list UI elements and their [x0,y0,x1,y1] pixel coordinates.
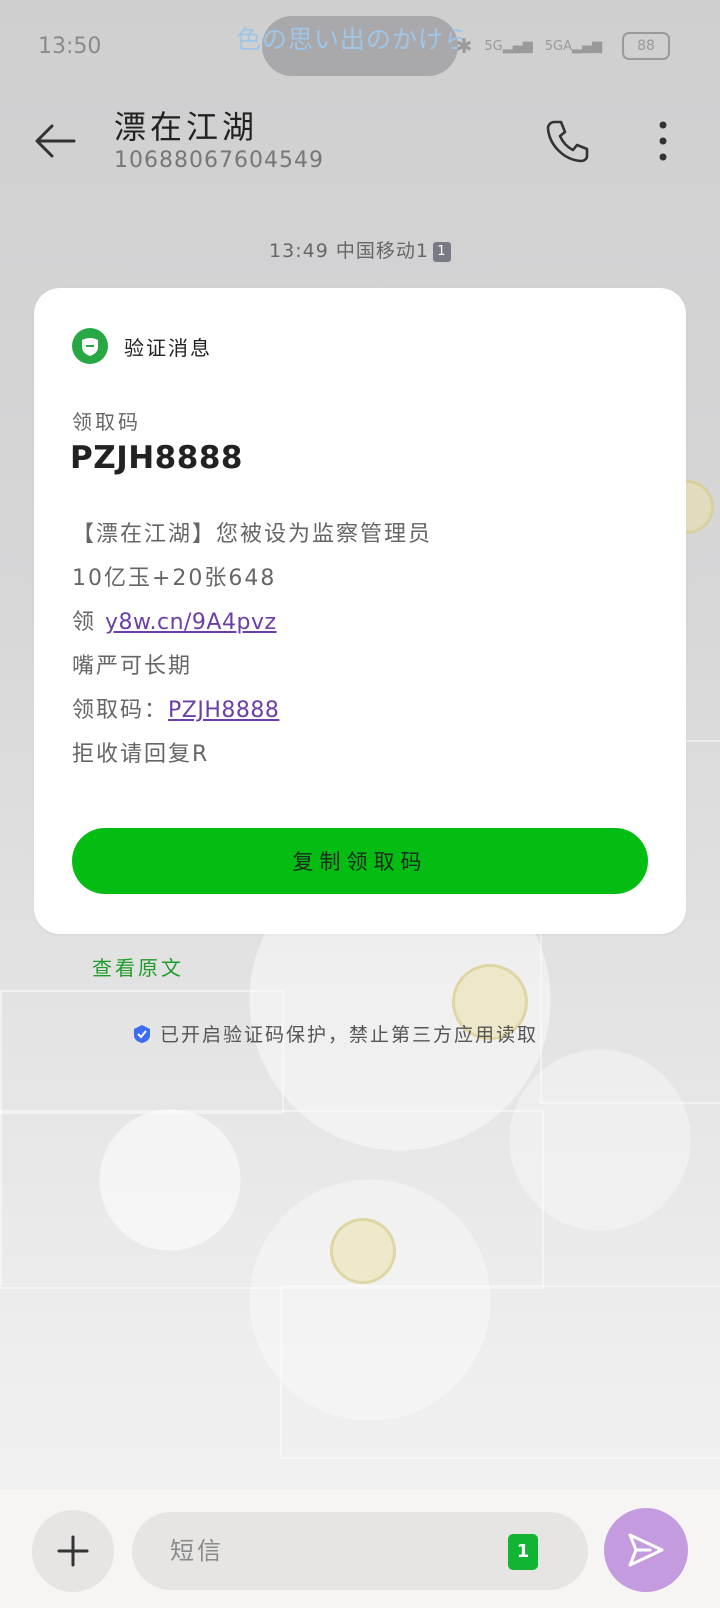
card-title: 验证消息 [124,335,212,360]
bluetooth-icon: ✱ [455,34,473,58]
wallpaper-coin [330,1218,396,1284]
shield-icon [72,328,108,364]
send-icon [628,1533,664,1567]
battery-icon: 88 [622,32,670,60]
message-line: 10亿玉+20张648 [72,566,277,591]
message-line-prefix: 领 [72,610,105,635]
message-line: 领取码：PZJH8888 [72,692,279,724]
send-button[interactable] [604,1508,688,1592]
message-timestamp: 13:49 中国移动1 1 [0,236,720,263]
signal-icon: 5GA▂▄▆ [544,38,602,54]
back-button[interactable] [30,116,80,166]
wallpaper-panel [0,990,284,1114]
card-header: 验证消息 [72,328,212,364]
contact-number: 10688067604549 [114,148,324,173]
code-link[interactable]: PZJH8888 [168,698,279,723]
status-time: 13:50 [38,34,102,59]
status-bar: 13:50 色の思い出のかけら ✱ 5G▂▄▆ 5GA▂▄▆ 88 [0,0,720,90]
sim-badge: 1 [432,241,451,262]
more-vertical-icon [659,121,667,161]
status-ticker: 色の思い出のかけら [236,25,471,54]
view-original-link[interactable]: 查看原文 [92,952,184,981]
message-line-prefix: 领取码： [72,698,169,723]
message-line: 领 y8w.cn/9A4pvz [72,604,277,636]
wallpaper-panel [280,1285,720,1459]
call-button[interactable] [542,116,592,166]
message-line: 嘴严可长期 [72,654,193,679]
contact-name[interactable]: 漂在江湖 [114,102,258,148]
timestamp-text: 13:49 中国移动1 [269,240,429,262]
message-line: 【漂在江湖】您被设为监察管理员 [72,522,433,547]
protection-note-text: 已开启验证码保护，禁止第三方应用读取 [160,1024,539,1046]
composer-bar: 1 [0,1490,720,1608]
protect-icon [134,1024,150,1043]
verification-message-card[interactable]: 验证消息 领取码 PZJH8888 【漂在江湖】您被设为监察管理员 10亿玉+2… [34,288,686,934]
back-arrow-icon [35,124,76,158]
copy-code-button[interactable]: 复制领取码 [72,828,648,894]
wallpaper-panel [0,1110,544,1289]
verification-protection-note: 已开启验证码保护，禁止第三方应用读取 [132,1020,538,1047]
status-icons: ✱ 5G▂▄▆ 5GA▂▄▆ [456,34,602,58]
signal-icon: 5G▂▄▆ [484,38,533,54]
message-link[interactable]: y8w.cn/9A4pvz [105,610,277,635]
conversation-header: 漂在江湖 10688067604549 [0,96,720,186]
add-attachment-button[interactable] [32,1510,114,1592]
message-line: 拒收请回复R [72,742,210,767]
code-label: 领取码 [72,410,141,434]
phone-icon [546,120,589,163]
plus-icon [57,1535,89,1567]
more-options-button[interactable] [648,116,678,166]
sim-selector[interactable]: 1 [508,1534,538,1570]
code-value[interactable]: PZJH8888 [70,440,243,476]
